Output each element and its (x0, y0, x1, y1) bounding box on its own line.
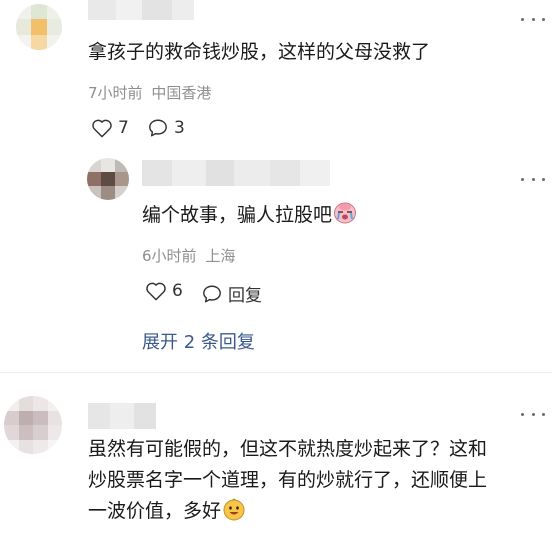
more-options-icon[interactable] (521, 407, 545, 421)
like-button[interactable]: 7 (91, 118, 129, 138)
comment-text-line-3-content: 一波价值，多好 (88, 500, 222, 522)
comment-meta: 7小时前 中国香港 (88, 82, 211, 103)
username-blurred[interactable] (88, 0, 194, 20)
like-count: 6 (172, 281, 183, 301)
username-blurred[interactable] (88, 403, 156, 429)
comment-text: 拿孩子的救命钱炒股，这样的父母没救了 (88, 41, 431, 63)
comment-text-line-1: 虽然有可能假的，但这不就热度炒起来了？这和 (88, 438, 488, 460)
reply-meta: 6小时前 上海 (142, 245, 235, 266)
divider (0, 372, 552, 373)
reply-text: 编个故事，骗人拉股吧 (142, 200, 357, 230)
more-options-icon[interactable] (521, 12, 545, 26)
speech-bubble-icon (203, 285, 221, 302)
reply-location: 上海 (205, 247, 236, 265)
avatar[interactable] (87, 158, 129, 200)
speech-bubble-icon (149, 119, 167, 137)
crying-face-icon (334, 202, 357, 224)
reply-text-content: 编个故事，骗人拉股吧 (142, 204, 333, 226)
reply-button[interactable]: 回复 (201, 281, 262, 306)
comment-text-line-2: 炒股票名字一个道理，有的炒就行了，还顺便上 (88, 469, 488, 491)
reply-button[interactable]: 3 (147, 118, 185, 138)
username-blurred[interactable] (142, 160, 330, 186)
grinning-face-icon (223, 498, 245, 521)
heart-icon (92, 119, 112, 138)
more-options-icon[interactable] (521, 172, 545, 186)
reply-count: 3 (174, 118, 185, 138)
avatar[interactable] (4, 396, 62, 454)
comment-text-line-3: 一波价值，多好 (88, 496, 246, 526)
heart-icon (146, 282, 166, 301)
comment-time: 7小时前 (88, 84, 143, 102)
expand-replies-link[interactable]: 展开 2 条回复 (142, 328, 255, 354)
avatar[interactable] (16, 4, 62, 50)
like-button[interactable]: 6 (145, 281, 183, 301)
reply-time: 6小时前 (142, 247, 197, 265)
like-count: 7 (118, 118, 129, 138)
reply-label: 回复 (228, 286, 262, 306)
comment-location: 中国香港 (151, 84, 212, 102)
